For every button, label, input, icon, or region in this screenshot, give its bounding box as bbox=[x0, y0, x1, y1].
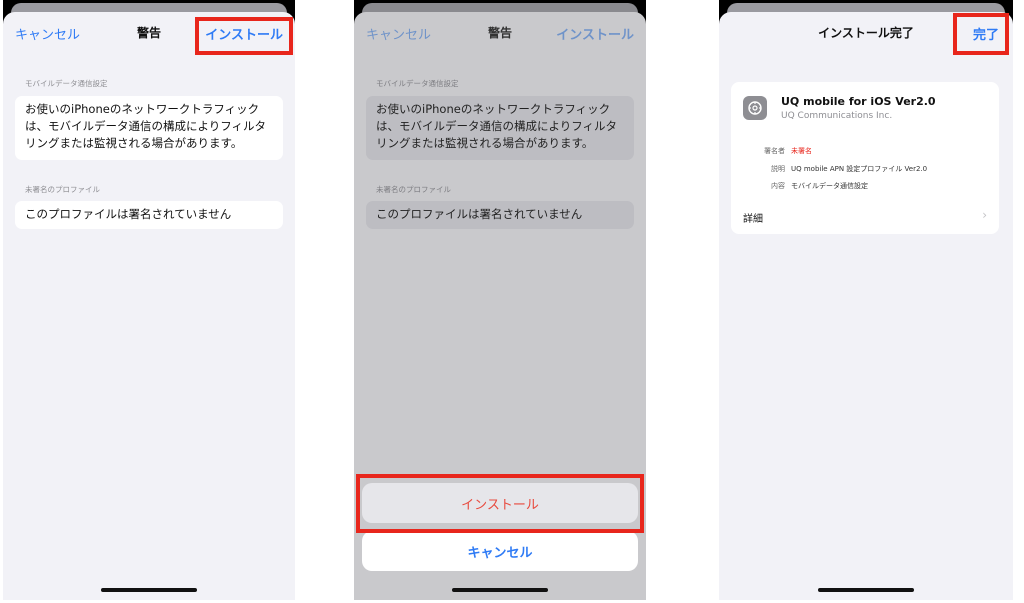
confirm-install-button[interactable]: インストール bbox=[362, 483, 638, 523]
action-cancel-button[interactable]: キャンセル bbox=[362, 531, 638, 571]
phone-screen-warning: キャンセル 警告 インストール モバイルデータ通信設定 お使いのiPhoneのネ… bbox=[3, 0, 295, 600]
info-row-contents: 内容 モバイルデータ通信設定 bbox=[731, 181, 868, 191]
info-key: 内容 bbox=[771, 182, 785, 190]
warning-card-mobile-data: お使いのiPhoneのネットワークトラフィックは、モバイルデータ通信の構成により… bbox=[366, 96, 634, 160]
home-indicator bbox=[452, 588, 548, 592]
signer-value: 未署名 bbox=[791, 147, 812, 155]
navbar: インストール完了 完了 bbox=[719, 12, 1013, 56]
info-key: 署名者 bbox=[764, 147, 785, 155]
detail-row[interactable]: 詳細 › bbox=[731, 208, 999, 228]
install-button[interactable]: インストール bbox=[556, 24, 634, 43]
warning-card-unsigned: このプロファイルは署名されていません bbox=[15, 201, 283, 229]
info-key: 説明 bbox=[771, 165, 785, 173]
detail-label: 詳細 bbox=[743, 214, 763, 225]
section-label-unsigned: 未署名のプロファイル bbox=[25, 185, 100, 194]
navbar: キャンセル 警告 インストール bbox=[3, 12, 295, 56]
phone-screen-complete: インストール完了 完了 UQ mobile for iOS Ver2.0 UQ … bbox=[719, 0, 1013, 600]
profile-card: UQ mobile for iOS Ver2.0 UQ Communicatio… bbox=[731, 82, 999, 234]
navbar: キャンセル 警告 インストール bbox=[354, 12, 646, 56]
home-indicator bbox=[101, 588, 197, 592]
phone-screen-confirm: キャンセル 警告 インストール モバイルデータ通信設定 お使いのiPhoneのネ… bbox=[354, 0, 646, 600]
warning-sheet: キャンセル 警告 インストール モバイルデータ通信設定 お使いのiPhoneのネ… bbox=[3, 12, 295, 600]
profile-organization: UQ Communications Inc. bbox=[781, 111, 893, 121]
install-button[interactable]: インストール bbox=[205, 24, 283, 43]
section-label-unsigned: 未署名のプロファイル bbox=[376, 185, 451, 194]
section-label-mobile-data: モバイルデータ通信設定 bbox=[376, 79, 459, 88]
profile-name: UQ mobile for iOS Ver2.0 bbox=[781, 95, 936, 108]
section-label-mobile-data: モバイルデータ通信設定 bbox=[25, 79, 108, 88]
gear-icon bbox=[743, 96, 767, 120]
page-title: インストール完了 bbox=[818, 26, 914, 40]
description-value: UQ mobile APN 設定プロファイル Ver2.0 bbox=[791, 165, 928, 173]
home-indicator bbox=[818, 588, 914, 592]
warning-card-mobile-data: お使いのiPhoneのネットワークトラフィックは、モバイルデータ通信の構成により… bbox=[15, 96, 283, 160]
contents-value: モバイルデータ通信設定 bbox=[791, 182, 868, 190]
done-button[interactable]: 完了 bbox=[973, 24, 999, 43]
info-row-description: 説明 UQ mobile APN 設定プロファイル Ver2.0 bbox=[731, 164, 927, 174]
warning-card-unsigned: このプロファイルは署名されていません bbox=[366, 201, 634, 229]
complete-sheet: インストール完了 完了 UQ mobile for iOS Ver2.0 UQ … bbox=[719, 12, 1013, 600]
info-row-signer: 署名者 未署名 bbox=[731, 146, 812, 156]
chevron-right-icon: › bbox=[982, 208, 987, 222]
